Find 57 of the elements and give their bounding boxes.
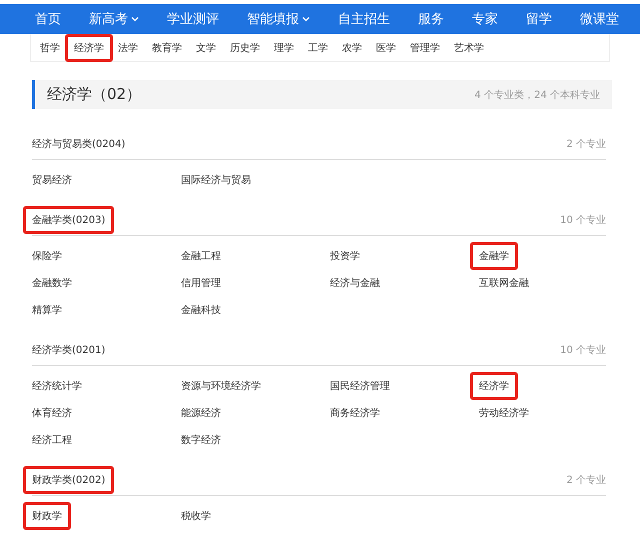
major-link[interactable]: 国际经济与贸易	[181, 172, 251, 186]
category-count: 10 个专业	[560, 344, 606, 357]
major-link[interactable]: 信用管理	[181, 276, 221, 290]
category-title: 经济与贸易类(0204)	[32, 138, 126, 151]
discipline-tab[interactable]: 法学	[118, 40, 138, 54]
discipline-tab[interactable]: 医学	[376, 40, 396, 54]
major-link[interactable]: 国民经济管理	[330, 378, 390, 392]
major-link[interactable]: 经济工程	[32, 432, 72, 446]
caret-icon	[302, 16, 310, 22]
major-link[interactable]: 劳动经济学	[479, 406, 529, 420]
major-link[interactable]: 商务经济学	[330, 406, 380, 420]
nav-link[interactable]: 自主招生	[338, 10, 390, 28]
discipline-tab[interactable]: 理学	[274, 40, 294, 54]
discipline-tab[interactable]: 哲学	[40, 40, 60, 54]
discipline-tab[interactable]: 农学	[342, 40, 362, 54]
major-link[interactable]: 金融学	[470, 242, 518, 270]
major-link[interactable]: 保险学	[32, 248, 62, 262]
section-title: 经济学（02）	[47, 85, 142, 104]
nav-link[interactable]: 首页	[35, 10, 61, 28]
nav-link[interactable]: 专家	[472, 10, 498, 28]
major-link[interactable]: 经济与金融	[330, 276, 380, 290]
nav-link[interactable]: 智能填报	[247, 10, 310, 28]
section-summary: 4 个专业类，24 个本科专业	[474, 88, 600, 102]
discipline-tab[interactable]: 艺术学	[454, 40, 484, 54]
discipline-tab[interactable]: 教育学	[152, 40, 182, 54]
discipline-tab[interactable]: 经济学	[65, 34, 113, 62]
category-count: 10 个专业	[560, 214, 606, 227]
major-link[interactable]: 贸易经济	[32, 172, 72, 186]
nav-link[interactable]: 学业测评	[167, 10, 219, 28]
major-link[interactable]: 金融工程	[181, 248, 221, 262]
major-link[interactable]: 金融数学	[32, 276, 72, 290]
major-link[interactable]: 精算学	[32, 302, 62, 316]
nav-link[interactable]: 新高考	[89, 10, 139, 28]
major-link[interactable]: 经济学	[470, 372, 518, 400]
major-link[interactable]: 金融科技	[181, 302, 221, 316]
category-title: 经济学类(0201)	[32, 344, 106, 357]
nav-link[interactable]: 服务	[418, 10, 444, 28]
major-link[interactable]: 财政学	[23, 502, 71, 530]
major-link[interactable]: 体育经济	[32, 406, 72, 420]
discipline-tab[interactable]: 工学	[308, 40, 328, 54]
category-count: 2 个专业	[566, 474, 606, 487]
category-count: 2 个专业	[566, 138, 606, 151]
major-link[interactable]: 经济统计学	[32, 378, 82, 392]
major-link[interactable]: 数字经济	[181, 432, 221, 446]
major-link[interactable]: 资源与环境经济学	[181, 378, 261, 392]
major-link[interactable]: 能源经济	[181, 406, 221, 420]
discipline-tab[interactable]: 历史学	[230, 40, 260, 54]
discipline-tab[interactable]: 管理学	[410, 40, 440, 54]
caret-icon	[131, 16, 139, 22]
nav-link[interactable]: 微课堂	[580, 10, 619, 28]
major-link[interactable]: 投资学	[330, 248, 360, 262]
category-title: 金融学类(0203)	[23, 206, 114, 234]
discipline-tab[interactable]: 文学	[196, 40, 216, 54]
nav-link[interactable]: 留学	[526, 10, 552, 28]
major-link[interactable]: 税收学	[181, 508, 211, 522]
major-link[interactable]: 互联网金融	[479, 276, 529, 290]
category-title: 财政学类(0202)	[23, 466, 114, 494]
